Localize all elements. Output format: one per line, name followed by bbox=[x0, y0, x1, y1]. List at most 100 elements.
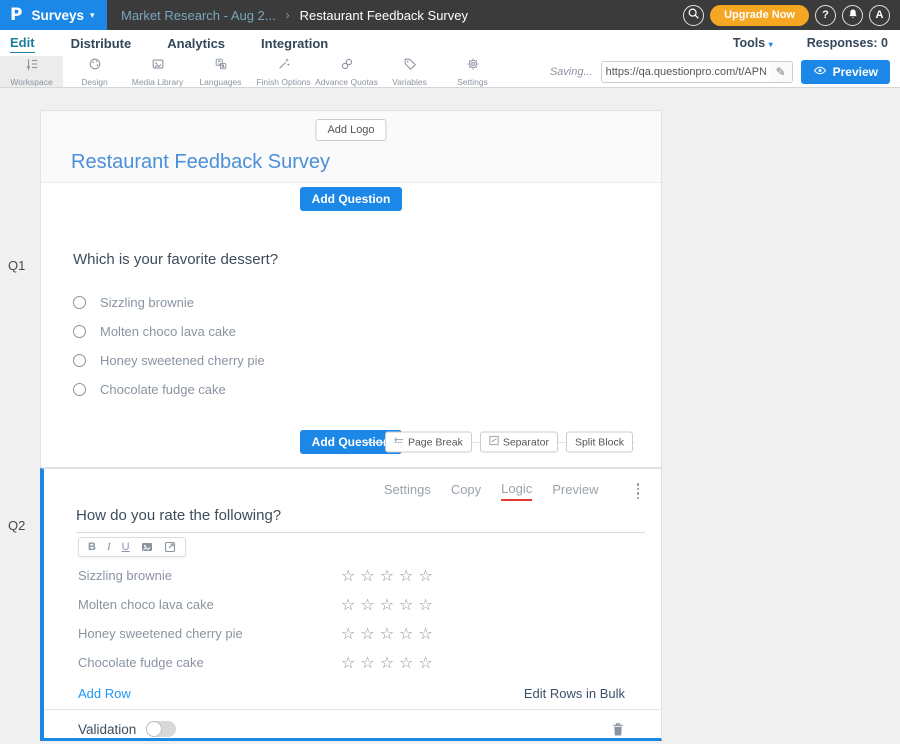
radio-icon[interactable] bbox=[73, 325, 86, 338]
breadcrumb: Market Research - Aug 2... › Restaurant … bbox=[121, 8, 468, 23]
toolbar-item-settings[interactable]: Settings bbox=[441, 56, 504, 87]
q2-tab-copy[interactable]: Copy bbox=[451, 482, 481, 500]
insert-image-button[interactable] bbox=[141, 541, 153, 553]
survey-card: Add Logo Restaurant Feedback Survey Add … bbox=[40, 110, 662, 468]
q2-tab-preview[interactable]: Preview bbox=[552, 482, 598, 500]
chevron-down-icon: ▾ bbox=[769, 40, 773, 49]
surveys-dropdown[interactable]: P Surveys ▾ bbox=[0, 0, 107, 30]
separator-button[interactable]: Separator bbox=[480, 432, 558, 453]
tab-integration[interactable]: Integration bbox=[261, 34, 328, 53]
underline-button[interactable]: U bbox=[122, 542, 130, 553]
saving-status: Saving... bbox=[550, 66, 593, 78]
search-icon bbox=[687, 7, 700, 23]
star-rating-icons[interactable]: ☆☆☆☆☆ bbox=[341, 653, 438, 672]
product-label: Surveys bbox=[31, 8, 84, 23]
split-block-button[interactable]: Split Block bbox=[566, 432, 633, 453]
avatar-initial: A bbox=[876, 9, 884, 21]
chevron-down-icon: ▾ bbox=[90, 10, 95, 21]
questionpro-logo-icon: P bbox=[10, 5, 22, 25]
validation-toggle[interactable] bbox=[146, 721, 176, 737]
account-avatar[interactable]: A bbox=[869, 5, 890, 26]
breadcrumb-folder[interactable]: Market Research - Aug 2... bbox=[121, 8, 276, 23]
radio-icon[interactable] bbox=[73, 383, 86, 396]
tag-icon bbox=[403, 57, 417, 76]
tools-menu[interactable]: Tools ▾ bbox=[733, 36, 773, 50]
toolbar-item-variables[interactable]: Variables bbox=[378, 56, 441, 87]
toolbar-item-workspace[interactable]: Workspace bbox=[0, 56, 63, 87]
add-logo-button[interactable]: Add Logo bbox=[315, 119, 386, 141]
image-icon bbox=[151, 57, 165, 76]
add-question-band-top: Add Question bbox=[41, 183, 661, 215]
toolbar-item-finish-options[interactable]: Finish Options bbox=[252, 56, 315, 87]
toggle-knob bbox=[146, 721, 162, 737]
add-question-button-top[interactable]: Add Question bbox=[300, 187, 403, 211]
rating-row: Sizzling brownie ☆☆☆☆☆ bbox=[44, 561, 661, 590]
question-2-action-tabs: Settings Copy Logic Preview bbox=[44, 481, 643, 501]
tab-analytics[interactable]: Analytics bbox=[167, 34, 225, 53]
option-row[interactable]: Chocolate fudge cake bbox=[73, 375, 661, 404]
star-rating-icons[interactable]: ☆☆☆☆☆ bbox=[341, 566, 438, 585]
rating-row: Molten choco lava cake ☆☆☆☆☆ bbox=[44, 590, 661, 619]
preview-button[interactable]: Preview bbox=[801, 60, 890, 84]
option-row[interactable]: Honey sweetened cherry pie bbox=[73, 346, 661, 375]
question-1-text[interactable]: Which is your favorite dessert? bbox=[73, 251, 661, 268]
text-format-toolbar: B I U bbox=[78, 537, 186, 557]
palette-icon bbox=[88, 57, 102, 76]
q2-tab-settings[interactable]: Settings bbox=[384, 482, 431, 500]
survey-header: Add Logo Restaurant Feedback Survey bbox=[41, 111, 661, 183]
rating-row: Honey sweetened cherry pie ☆☆☆☆☆ bbox=[44, 619, 661, 648]
option-row[interactable]: Molten choco lava cake bbox=[73, 317, 661, 346]
editor-toolbar: Workspace Design Media Library Languages… bbox=[0, 56, 900, 88]
q2-tab-logic[interactable]: Logic bbox=[501, 481, 532, 501]
row-links: Add Row Edit Rows in Bulk bbox=[44, 677, 661, 709]
gear-icon bbox=[466, 57, 480, 76]
toolbar-item-advance-quotas[interactable]: Advance Quotas bbox=[315, 56, 378, 87]
question-mark-icon: ? bbox=[822, 9, 829, 21]
magic-wand-icon bbox=[277, 57, 291, 76]
tab-edit[interactable]: Edit bbox=[10, 33, 35, 53]
trash-icon bbox=[611, 722, 625, 737]
notifications-button[interactable] bbox=[842, 5, 863, 26]
top-bar: P Surveys ▾ Market Research - Aug 2... ›… bbox=[0, 0, 900, 30]
help-button[interactable]: ? bbox=[815, 5, 836, 26]
italic-button[interactable]: I bbox=[107, 542, 111, 553]
star-rating-icons[interactable]: ☆☆☆☆☆ bbox=[341, 624, 438, 643]
bold-button[interactable]: B bbox=[88, 542, 96, 553]
survey-nav: Edit Distribute Analytics Integration To… bbox=[0, 30, 900, 56]
app-window: P Surveys ▾ Market Research - Aug 2... ›… bbox=[0, 0, 900, 744]
option-row[interactable]: Sizzling brownie bbox=[73, 288, 661, 317]
survey-url-field: ✎ bbox=[601, 61, 793, 83]
q1-margin-label: Q1 bbox=[8, 258, 25, 273]
more-options-dots-icon[interactable] bbox=[633, 481, 644, 501]
question-1-block[interactable]: Which is your favorite dessert? Sizzling… bbox=[41, 251, 661, 404]
toolbar-item-design[interactable]: Design bbox=[63, 56, 126, 87]
edit-rows-in-bulk-link[interactable]: Edit Rows in Bulk bbox=[524, 686, 625, 701]
search-button[interactable] bbox=[683, 5, 704, 26]
toolbar-item-media-library[interactable]: Media Library bbox=[126, 56, 189, 87]
question-1-options: Sizzling brownie Molten choco lava cake … bbox=[73, 288, 661, 404]
breadcrumb-survey-name: Restaurant Feedback Survey bbox=[300, 8, 468, 23]
radio-icon[interactable] bbox=[73, 296, 86, 309]
block-actions: Page Break Separator Split Block bbox=[385, 432, 633, 453]
add-question-band-bottom: Add Question Page Break Separator bbox=[41, 426, 661, 458]
tab-distribute[interactable]: Distribute bbox=[71, 34, 132, 53]
survey-url-input[interactable] bbox=[602, 62, 770, 82]
delete-question-button[interactable] bbox=[611, 722, 625, 737]
responses-count: Responses: 0 bbox=[807, 36, 888, 50]
toolbar-item-languages[interactable]: Languages bbox=[189, 56, 252, 87]
page-break-button[interactable]: Page Break bbox=[385, 432, 472, 453]
star-rating-icons[interactable]: ☆☆☆☆☆ bbox=[341, 595, 438, 614]
survey-title[interactable]: Restaurant Feedback Survey bbox=[71, 151, 330, 174]
insert-link-button[interactable] bbox=[164, 541, 176, 553]
radio-icon[interactable] bbox=[73, 354, 86, 367]
bell-icon bbox=[847, 8, 859, 23]
topbar-actions: Upgrade Now ? A bbox=[683, 5, 900, 26]
separator-icon bbox=[489, 436, 499, 449]
upgrade-now-button[interactable]: Upgrade Now bbox=[710, 5, 809, 26]
question-2-text[interactable]: How do you rate the following? bbox=[76, 503, 645, 533]
add-row-link[interactable]: Add Row bbox=[78, 686, 131, 701]
edit-url-pencil-icon[interactable]: ✎ bbox=[770, 62, 792, 82]
rating-rows: Sizzling brownie ☆☆☆☆☆ Molten choco lava… bbox=[44, 561, 661, 677]
question-2-card-selected[interactable]: Settings Copy Logic Preview How do you r… bbox=[40, 468, 662, 741]
eye-icon bbox=[813, 65, 827, 79]
